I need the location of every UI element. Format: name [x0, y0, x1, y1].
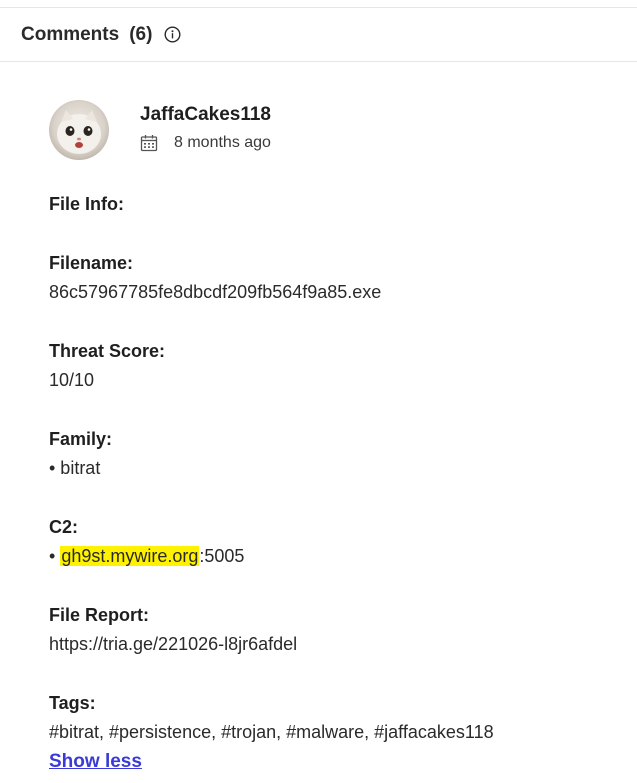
filename-value: 86c57967785fe8dbcdf209fb564f9a85.exe — [49, 282, 382, 302]
comment-date-row: 8 months ago — [140, 134, 271, 152]
comments-panel: Comments (6) JaffaCakes118 8 months ago … — [0, 7, 637, 783]
calendar-icon — [140, 134, 158, 152]
file-info-label: File Info: — [49, 194, 124, 214]
c2-label: C2: — [49, 517, 79, 537]
comment-author-row: JaffaCakes118 8 months ago — [49, 100, 617, 160]
tags-label: Tags: — [49, 693, 96, 713]
c2-bullet: • — [49, 546, 61, 566]
family-label: Family: — [49, 429, 113, 449]
author-name[interactable]: JaffaCakes118 — [140, 104, 271, 126]
comment-date: 8 months ago — [174, 134, 271, 151]
file-report-value: https://tria.ge/221026-l8jr6afdel — [49, 634, 298, 654]
threat-score-value: 10/10 — [49, 370, 95, 390]
c2-value: • gh9st.mywire.org:5005 — [49, 542, 617, 571]
file-report-label: File Report: — [49, 605, 150, 625]
family-value: • bitrat — [49, 458, 101, 478]
tags-value: #bitrat, #persistence, #trojan, #malware… — [49, 722, 494, 742]
comments-title: Comments — [21, 23, 120, 45]
c2-host-highlight: gh9st.mywire.org — [60, 546, 200, 566]
author-meta: JaffaCakes118 8 months ago — [140, 100, 271, 152]
comments-header: Comments (6) — [0, 8, 637, 62]
avatar[interactable] — [49, 100, 109, 160]
comments-count: (6) — [129, 23, 153, 45]
c2-port: :5005 — [199, 546, 245, 566]
filename-label: Filename: — [49, 253, 134, 273]
show-less-link[interactable]: Show less — [49, 747, 617, 776]
info-icon[interactable] — [164, 26, 181, 43]
comment-body: File Info: Filename: 86c57967785fe8dbcdf… — [49, 190, 617, 776]
threat-score-label: Threat Score: — [49, 341, 166, 361]
comment-item: JaffaCakes118 8 months ago File Info: Fi… — [49, 100, 617, 776]
